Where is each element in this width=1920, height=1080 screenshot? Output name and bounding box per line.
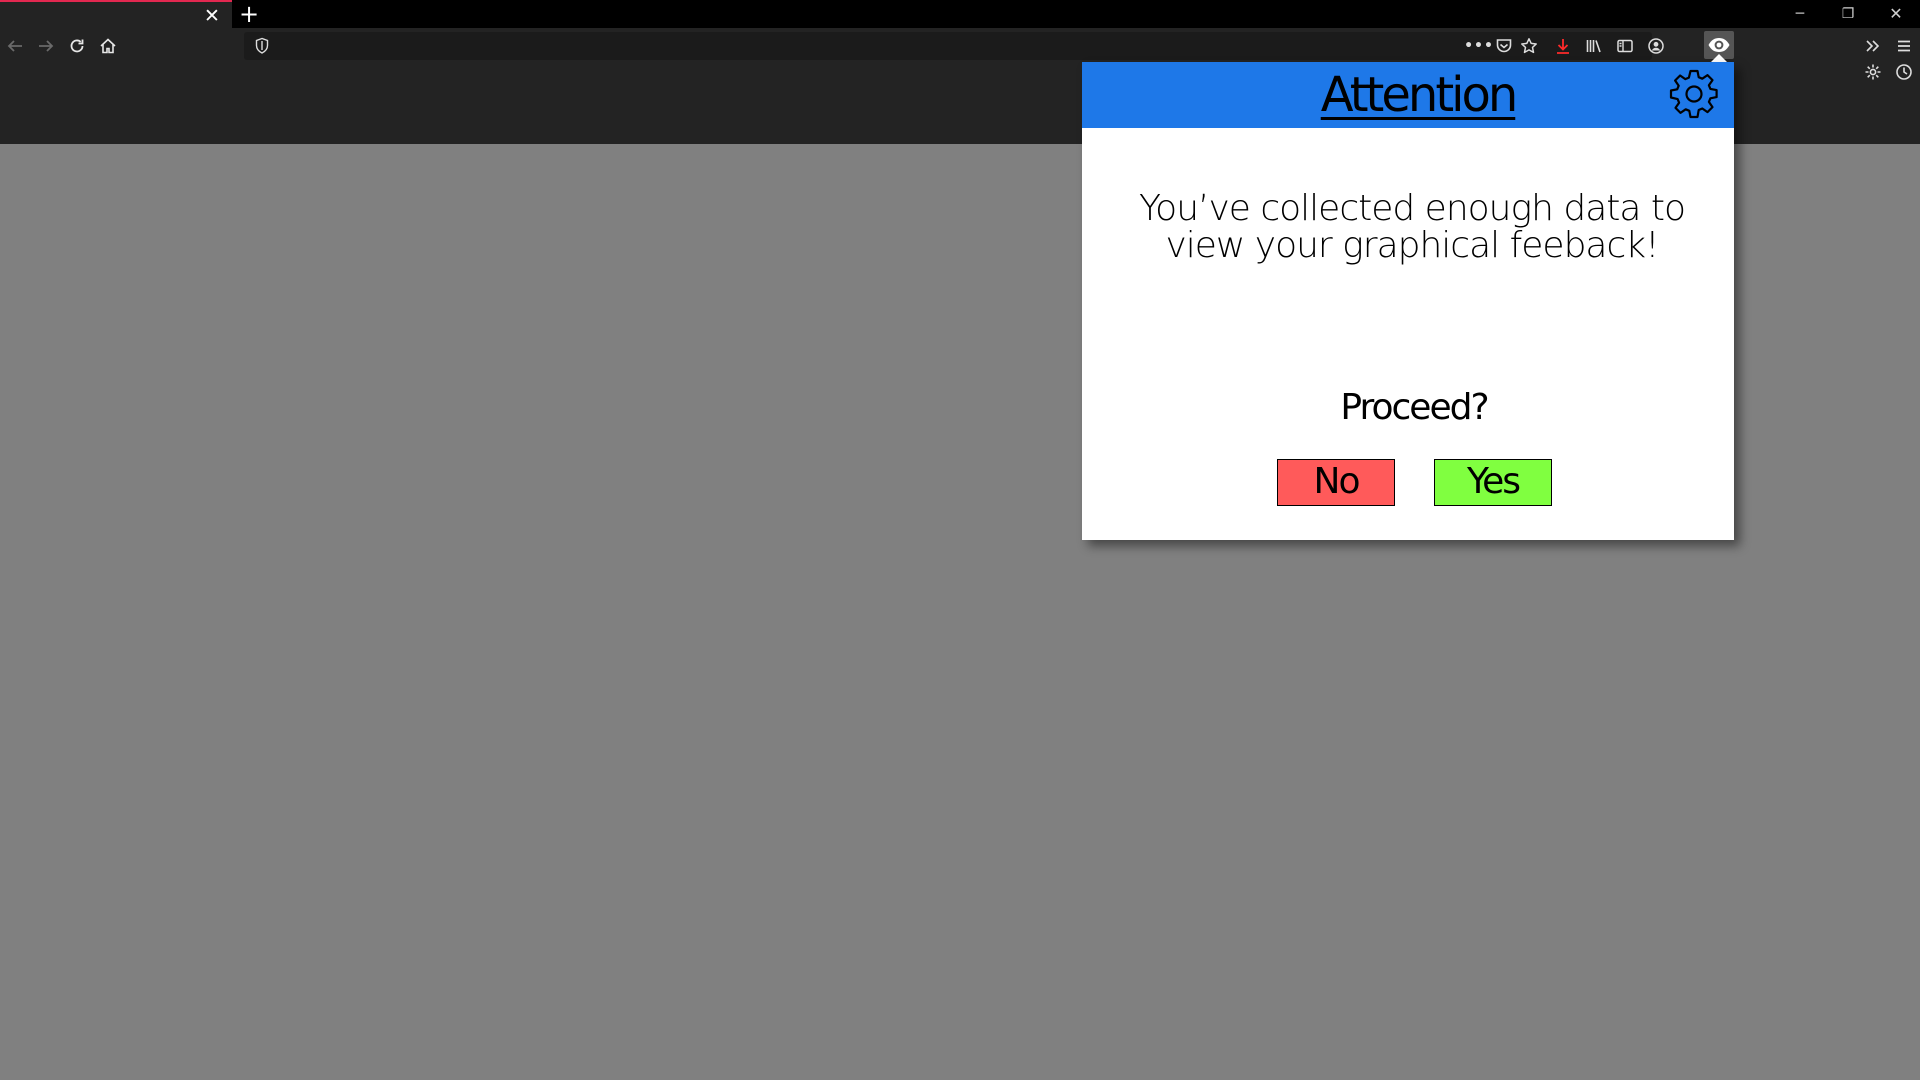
shield-icon[interactable]	[254, 37, 270, 55]
tab-close-icon[interactable]: ✕	[202, 6, 222, 26]
home-icon[interactable]	[97, 35, 119, 57]
account-icon[interactable]	[1645, 35, 1667, 57]
active-tab[interactable]: ✕	[0, 0, 232, 28]
page-actions-more-icon[interactable]: •••	[1464, 35, 1493, 57]
popup-message: You’ve collected enough data to view you…	[1138, 188, 1686, 266]
proceed-prompt: Proceed?	[1340, 387, 1489, 428]
popup-title: Attention	[1320, 67, 1519, 123]
attention-popup: Attention You’ve collected enough data t…	[1082, 62, 1734, 540]
hamburger-menu-icon[interactable]	[1893, 35, 1915, 57]
back-arrow-icon[interactable]	[4, 35, 26, 57]
sidebar-icon[interactable]	[1614, 35, 1636, 57]
overflow-chevron-icon[interactable]	[1862, 35, 1884, 57]
url-input[interactable]	[276, 34, 1476, 58]
download-icon[interactable]	[1552, 35, 1574, 57]
minimize-button[interactable]: ─	[1777, 0, 1823, 28]
gear-icon[interactable]	[1668, 68, 1720, 120]
reload-icon[interactable]	[66, 35, 88, 57]
tab-strip: ✕ + ─ ❐ ✕	[0, 0, 1920, 28]
star-icon[interactable]	[1518, 35, 1540, 57]
close-window-button[interactable]: ✕	[1873, 0, 1919, 28]
address-bar	[244, 32, 1652, 60]
yes-button[interactable]: Yes	[1434, 459, 1552, 506]
popup-header: Attention	[1082, 62, 1734, 128]
library-icon[interactable]	[1583, 35, 1605, 57]
pocket-icon[interactable]	[1493, 35, 1515, 57]
clock-icon[interactable]	[1893, 61, 1915, 83]
restore-button[interactable]: ❐	[1825, 0, 1871, 28]
forward-arrow-icon[interactable]	[35, 35, 57, 57]
settings-icon[interactable]	[1862, 61, 1884, 83]
new-tab-button[interactable]: +	[238, 2, 260, 26]
no-button[interactable]: No	[1277, 459, 1395, 506]
popup-pointer	[1711, 54, 1727, 62]
